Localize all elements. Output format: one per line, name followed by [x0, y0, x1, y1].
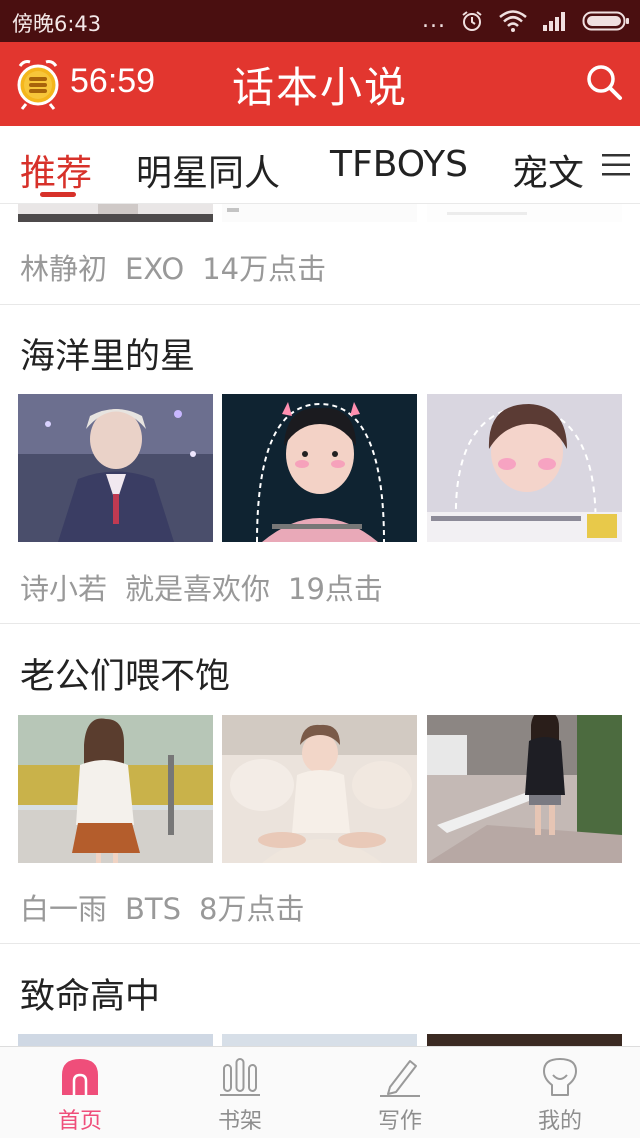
book-title[interactable]: 海洋里的星 — [20, 328, 195, 379]
app-title: 话本小说 — [231, 63, 408, 112]
tab-scroll-fade — [578, 126, 600, 202]
book-category: EXO — [125, 252, 185, 286]
nav-home[interactable]: 首页 — [0, 1047, 160, 1138]
home-icon — [62, 1059, 98, 1095]
timer-countdown: 56:59 — [70, 62, 156, 100]
book-clicks: 19点击 — [288, 572, 383, 606]
book-category: BTS — [125, 892, 182, 926]
more-dots: ... — [422, 8, 446, 33]
alarm-clock-icon[interactable] — [14, 56, 62, 110]
signal-icon — [543, 12, 565, 31]
book-author: 诗小若 — [20, 572, 108, 606]
cover-image — [427, 1034, 622, 1046]
card-divider — [0, 623, 640, 624]
category-tab-bar: 推荐 明星同人 TFBOYS 宠文 — [0, 126, 640, 204]
cover-image — [18, 204, 213, 222]
nav-profile[interactable]: 我的 — [480, 1047, 640, 1138]
cover-image — [427, 715, 622, 863]
nav-write[interactable]: 写作 — [320, 1047, 480, 1138]
book-cover-strip[interactable] — [18, 394, 622, 542]
status-bar: 傍晚6:43 ... — [0, 0, 640, 42]
book-cover-strip[interactable] — [18, 1034, 622, 1046]
book-title[interactable]: 老公们喂不饱 — [20, 648, 230, 699]
nav-profile-label: 我的 — [537, 1109, 582, 1134]
profile-icon — [543, 1058, 577, 1096]
tab-celebrity-fanfic[interactable]: 明星同人 — [136, 144, 280, 196]
cover-image — [222, 715, 417, 863]
book-title[interactable]: 致命高中 — [20, 968, 160, 1019]
card-divider — [0, 304, 640, 305]
partial-card-images[interactable] — [18, 204, 622, 222]
tab-tfboys[interactable]: TFBOYS — [330, 144, 468, 185]
book-author: 林静初 — [20, 252, 108, 286]
cover-image — [427, 394, 622, 542]
book-meta: 白一雨 BTS 8万点击 — [20, 886, 323, 928]
cover-image — [222, 1034, 417, 1046]
book-meta: 林静初 EXO 14万点击 — [20, 246, 344, 288]
book-author: 白一雨 — [20, 892, 108, 926]
app-header: 56:59 话本小说 — [0, 42, 640, 126]
card-divider — [0, 943, 640, 944]
nav-home-label: 首页 — [57, 1109, 102, 1134]
pen-icon — [380, 1060, 420, 1097]
book-cover-strip[interactable] — [18, 715, 622, 863]
nav-bookshelf-label: 书架 — [217, 1109, 262, 1134]
menu-icon[interactable] — [602, 152, 630, 178]
battery-icon — [582, 11, 629, 31]
cover-image — [427, 204, 622, 222]
cover-image — [18, 715, 213, 863]
status-icons: ... — [422, 8, 630, 34]
book-category: 就是喜欢你 — [125, 572, 271, 606]
tab-pampering[interactable]: 宠文 — [512, 144, 584, 196]
cover-image — [222, 394, 417, 542]
active-tab-indicator — [40, 192, 76, 197]
cover-image — [222, 204, 417, 222]
nav-bookshelf[interactable]: 书架 — [160, 1047, 320, 1138]
alarm-icon — [462, 11, 482, 31]
bookshelf-icon — [220, 1058, 260, 1096]
nav-write-label: 写作 — [377, 1109, 422, 1134]
book-meta: 诗小若 就是喜欢你 19点击 — [20, 566, 401, 608]
tab-recommend[interactable]: 推荐 — [20, 144, 92, 196]
bottom-nav: 首页 书架 写作 我的 — [0, 1046, 640, 1138]
search-icon[interactable] — [584, 62, 624, 102]
book-clicks: 8万点击 — [199, 892, 305, 926]
wifi-icon — [499, 10, 527, 32]
book-feed[interactable]: 林静初 EXO 14万点击 海洋里的星 诗小若 就是喜欢你 19点击 老公们喂不… — [0, 204, 640, 1046]
cover-image — [18, 394, 213, 542]
status-time: 傍晚6:43 — [12, 12, 102, 36]
cover-image — [18, 1034, 213, 1046]
book-clicks: 14万点击 — [202, 252, 327, 286]
